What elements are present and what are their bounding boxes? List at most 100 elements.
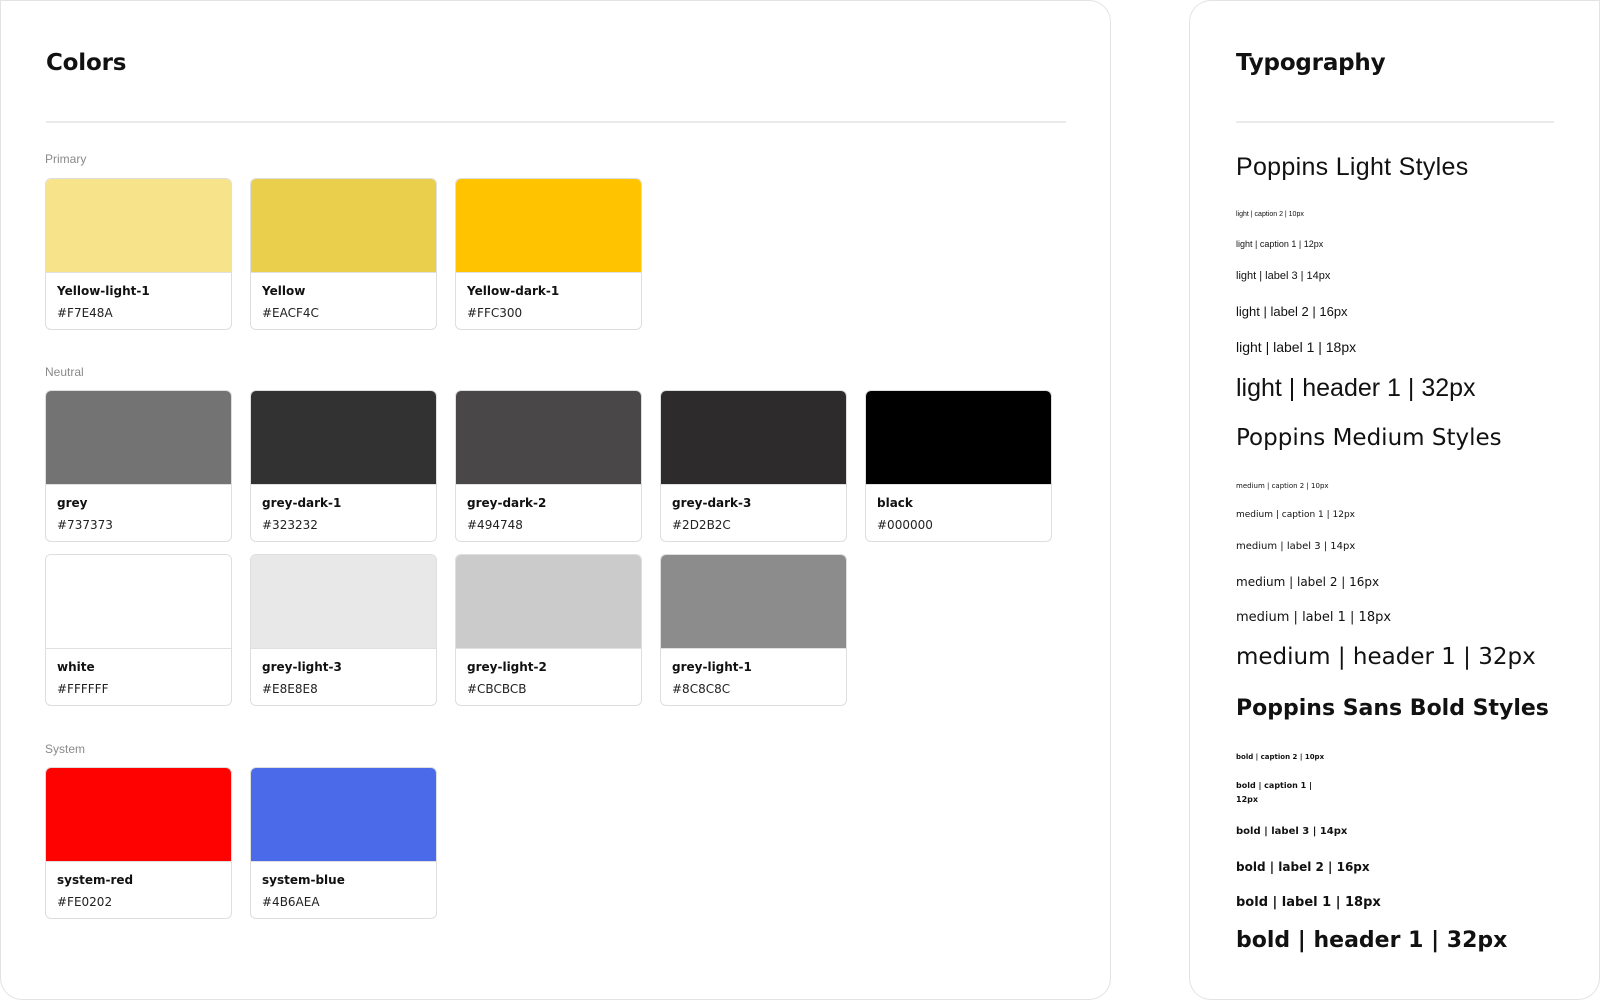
- colors-divider: [46, 121, 1066, 123]
- medium-header-1-sample: medium | header 1 | 32px: [1236, 644, 1536, 670]
- swatch-info: grey-light-3 #E8E8E8: [251, 649, 436, 697]
- swatch-row-neutral: white #FFFFFF grey-light-3 #E8E8E8 grey-ligh…: [45, 554, 847, 706]
- swatch-hex: #CBCBCB: [467, 682, 527, 696]
- group-label-system: System: [45, 742, 86, 756]
- swatch-color-block: [46, 179, 231, 273]
- swatch-hex: #494748: [467, 518, 523, 532]
- swatch-yellow-dark-1[interactable]: Yellow-dark-1 #FFC300: [455, 178, 642, 330]
- light-label-2-sample: light | label 2 | 16px: [1236, 304, 1348, 319]
- swatch-name: grey-light-3: [262, 660, 342, 674]
- swatch-hex: #EACF4C: [262, 306, 319, 320]
- medium-label-3-sample: medium | label 3 | 14px: [1236, 541, 1356, 552]
- swatch-grey-dark-1[interactable]: grey-dark-1 #323232: [250, 390, 437, 542]
- swatch-yellow[interactable]: Yellow #EACF4C: [250, 178, 437, 330]
- swatch-color-block: [251, 179, 436, 273]
- swatch-white[interactable]: white #FFFFFF: [45, 554, 232, 706]
- swatch-name: black: [877, 496, 913, 510]
- swatch-info: Yellow-dark-1 #FFC300: [456, 273, 641, 321]
- bold-caption-1-sample-line-1: bold | caption 1 |: [1236, 781, 1312, 790]
- swatch-hex: #FE0202: [57, 895, 113, 909]
- swatch-color-block: [456, 179, 641, 273]
- light-styles-heading: Poppins Light Styles: [1236, 153, 1469, 181]
- swatch-grey-dark-2[interactable]: grey-dark-2 #494748: [455, 390, 642, 542]
- swatch-info: grey #737373: [46, 485, 231, 533]
- light-header-1-sample: light | header 1 | 32px: [1236, 374, 1476, 402]
- swatch-system-blue[interactable]: system-blue #4B6AEA: [250, 767, 437, 919]
- swatch-name: grey-dark-2: [467, 496, 547, 510]
- swatch-color-block: [46, 768, 231, 862]
- swatch-color-block: [46, 555, 231, 649]
- swatch-color-block: [456, 391, 641, 485]
- swatch-hex: #F7E48A: [57, 306, 113, 320]
- swatch-hex: #000000: [877, 518, 933, 532]
- bold-caption-1-sample-line-2: 12px: [1236, 795, 1259, 804]
- medium-caption-2-sample: medium | caption 2 | 10px: [1236, 482, 1329, 490]
- swatch-name: Yellow-light-1: [57, 284, 150, 298]
- swatch-name: grey-light-2: [467, 660, 547, 674]
- swatch-name: system-red: [57, 873, 134, 887]
- swatch-grey-light-1[interactable]: grey-light-1 #8C8C8C: [660, 554, 847, 706]
- swatch-info: Yellow #EACF4C: [251, 273, 436, 321]
- medium-styles-heading: Poppins Medium Styles: [1236, 425, 1502, 451]
- swatch-info: system-red #FE0202: [46, 862, 231, 910]
- swatch-color-block: [866, 391, 1051, 485]
- swatch-name: grey-dark-1: [262, 496, 342, 510]
- swatch-hex: #2D2B2C: [672, 518, 731, 532]
- swatch-name: white: [57, 660, 95, 674]
- swatch-info: grey-dark-1 #323232: [251, 485, 436, 533]
- swatch-system-red[interactable]: system-red #FE0202: [45, 767, 232, 919]
- medium-label-1-sample: medium | label 1 | 18px: [1236, 610, 1392, 625]
- swatch-color-block: [251, 555, 436, 649]
- swatch-color-block: [456, 555, 641, 649]
- light-caption-1-sample: light | caption 1 | 12px: [1236, 239, 1324, 249]
- light-label-3-sample: light | label 3 | 14px: [1236, 270, 1331, 282]
- swatch-info: grey-light-2 #CBCBCB: [456, 649, 641, 697]
- swatch-yellow-light-1[interactable]: Yellow-light-1 #F7E48A: [45, 178, 232, 330]
- swatch-name: grey: [57, 496, 88, 510]
- swatch-info: grey-dark-3 #2D2B2C: [661, 485, 846, 533]
- swatch-row-neutral: grey #737373 grey-dark-1 #323232 grey-dark-2…: [45, 390, 1052, 542]
- swatch-grey-light-3[interactable]: grey-light-3 #E8E8E8: [250, 554, 437, 706]
- swatch-info: black #000000: [866, 485, 1051, 533]
- swatch-row-primary: Yellow-light-1 #F7E48A Yellow #EACF4C Yellow…: [45, 178, 642, 330]
- swatch-info: Yellow-light-1 #F7E48A: [46, 273, 231, 321]
- light-label-1-sample: light | label 1 | 18px: [1236, 339, 1357, 355]
- swatch-hex: #FFC300: [467, 306, 523, 320]
- swatch-name: grey-dark-3: [672, 496, 752, 510]
- swatch-grey-dark-3[interactable]: grey-dark-3 #2D2B2C: [660, 390, 847, 542]
- bold-header-1-sample: bold | header 1 | 32px: [1236, 928, 1508, 953]
- swatch-hex: #737373: [57, 518, 113, 532]
- swatch-hex: #FFFFFF: [57, 682, 109, 696]
- swatch-name: system-blue: [262, 873, 345, 887]
- swatch-info: grey-dark-2 #494748: [456, 485, 641, 533]
- swatch-grey-light-2[interactable]: grey-light-2 #CBCBCB: [455, 554, 642, 706]
- swatch-grey[interactable]: grey #737373: [45, 390, 232, 542]
- swatch-name: Yellow-dark-1: [467, 284, 560, 298]
- swatch-color-block: [251, 391, 436, 485]
- swatch-info: white #FFFFFF: [46, 649, 231, 697]
- swatch-name: grey-light-1: [672, 660, 752, 674]
- swatch-info: grey-light-1 #8C8C8C: [661, 649, 846, 697]
- swatch-color-block: [661, 391, 846, 485]
- typography-title: Typography: [1236, 50, 1386, 76]
- light-caption-2-sample: light | caption 2 | 10px: [1236, 211, 1304, 218]
- swatch-name: Yellow: [262, 284, 306, 298]
- group-label-primary: Primary: [45, 152, 87, 166]
- bold-label-1-sample: bold | label 1 | 18px: [1236, 895, 1381, 910]
- typography-panel: [1189, 0, 1600, 1000]
- medium-label-2-sample: medium | label 2 | 16px: [1236, 575, 1380, 589]
- swatch-hex: #8C8C8C: [672, 682, 731, 696]
- bold-label-3-sample: bold | label 3 | 14px: [1236, 826, 1348, 837]
- bold-styles-heading: Poppins Sans Bold Styles: [1236, 696, 1549, 721]
- swatch-black[interactable]: black #000000: [865, 390, 1052, 542]
- swatch-info: system-blue #4B6AEA: [251, 862, 436, 910]
- bold-label-2-sample: bold | label 2 | 16px: [1236, 860, 1370, 874]
- swatch-hex: #323232: [262, 518, 318, 532]
- colors-title: Colors: [46, 50, 127, 76]
- swatch-hex: #E8E8E8: [262, 682, 318, 696]
- swatch-hex: #4B6AEA: [262, 895, 320, 909]
- medium-caption-1-sample: medium | caption 1 | 12px: [1236, 510, 1355, 520]
- swatch-color-block: [251, 768, 436, 862]
- swatch-color-block: [46, 391, 231, 485]
- swatch-row-system: system-red #FE0202 system-blue #4B6AEA: [45, 767, 437, 919]
